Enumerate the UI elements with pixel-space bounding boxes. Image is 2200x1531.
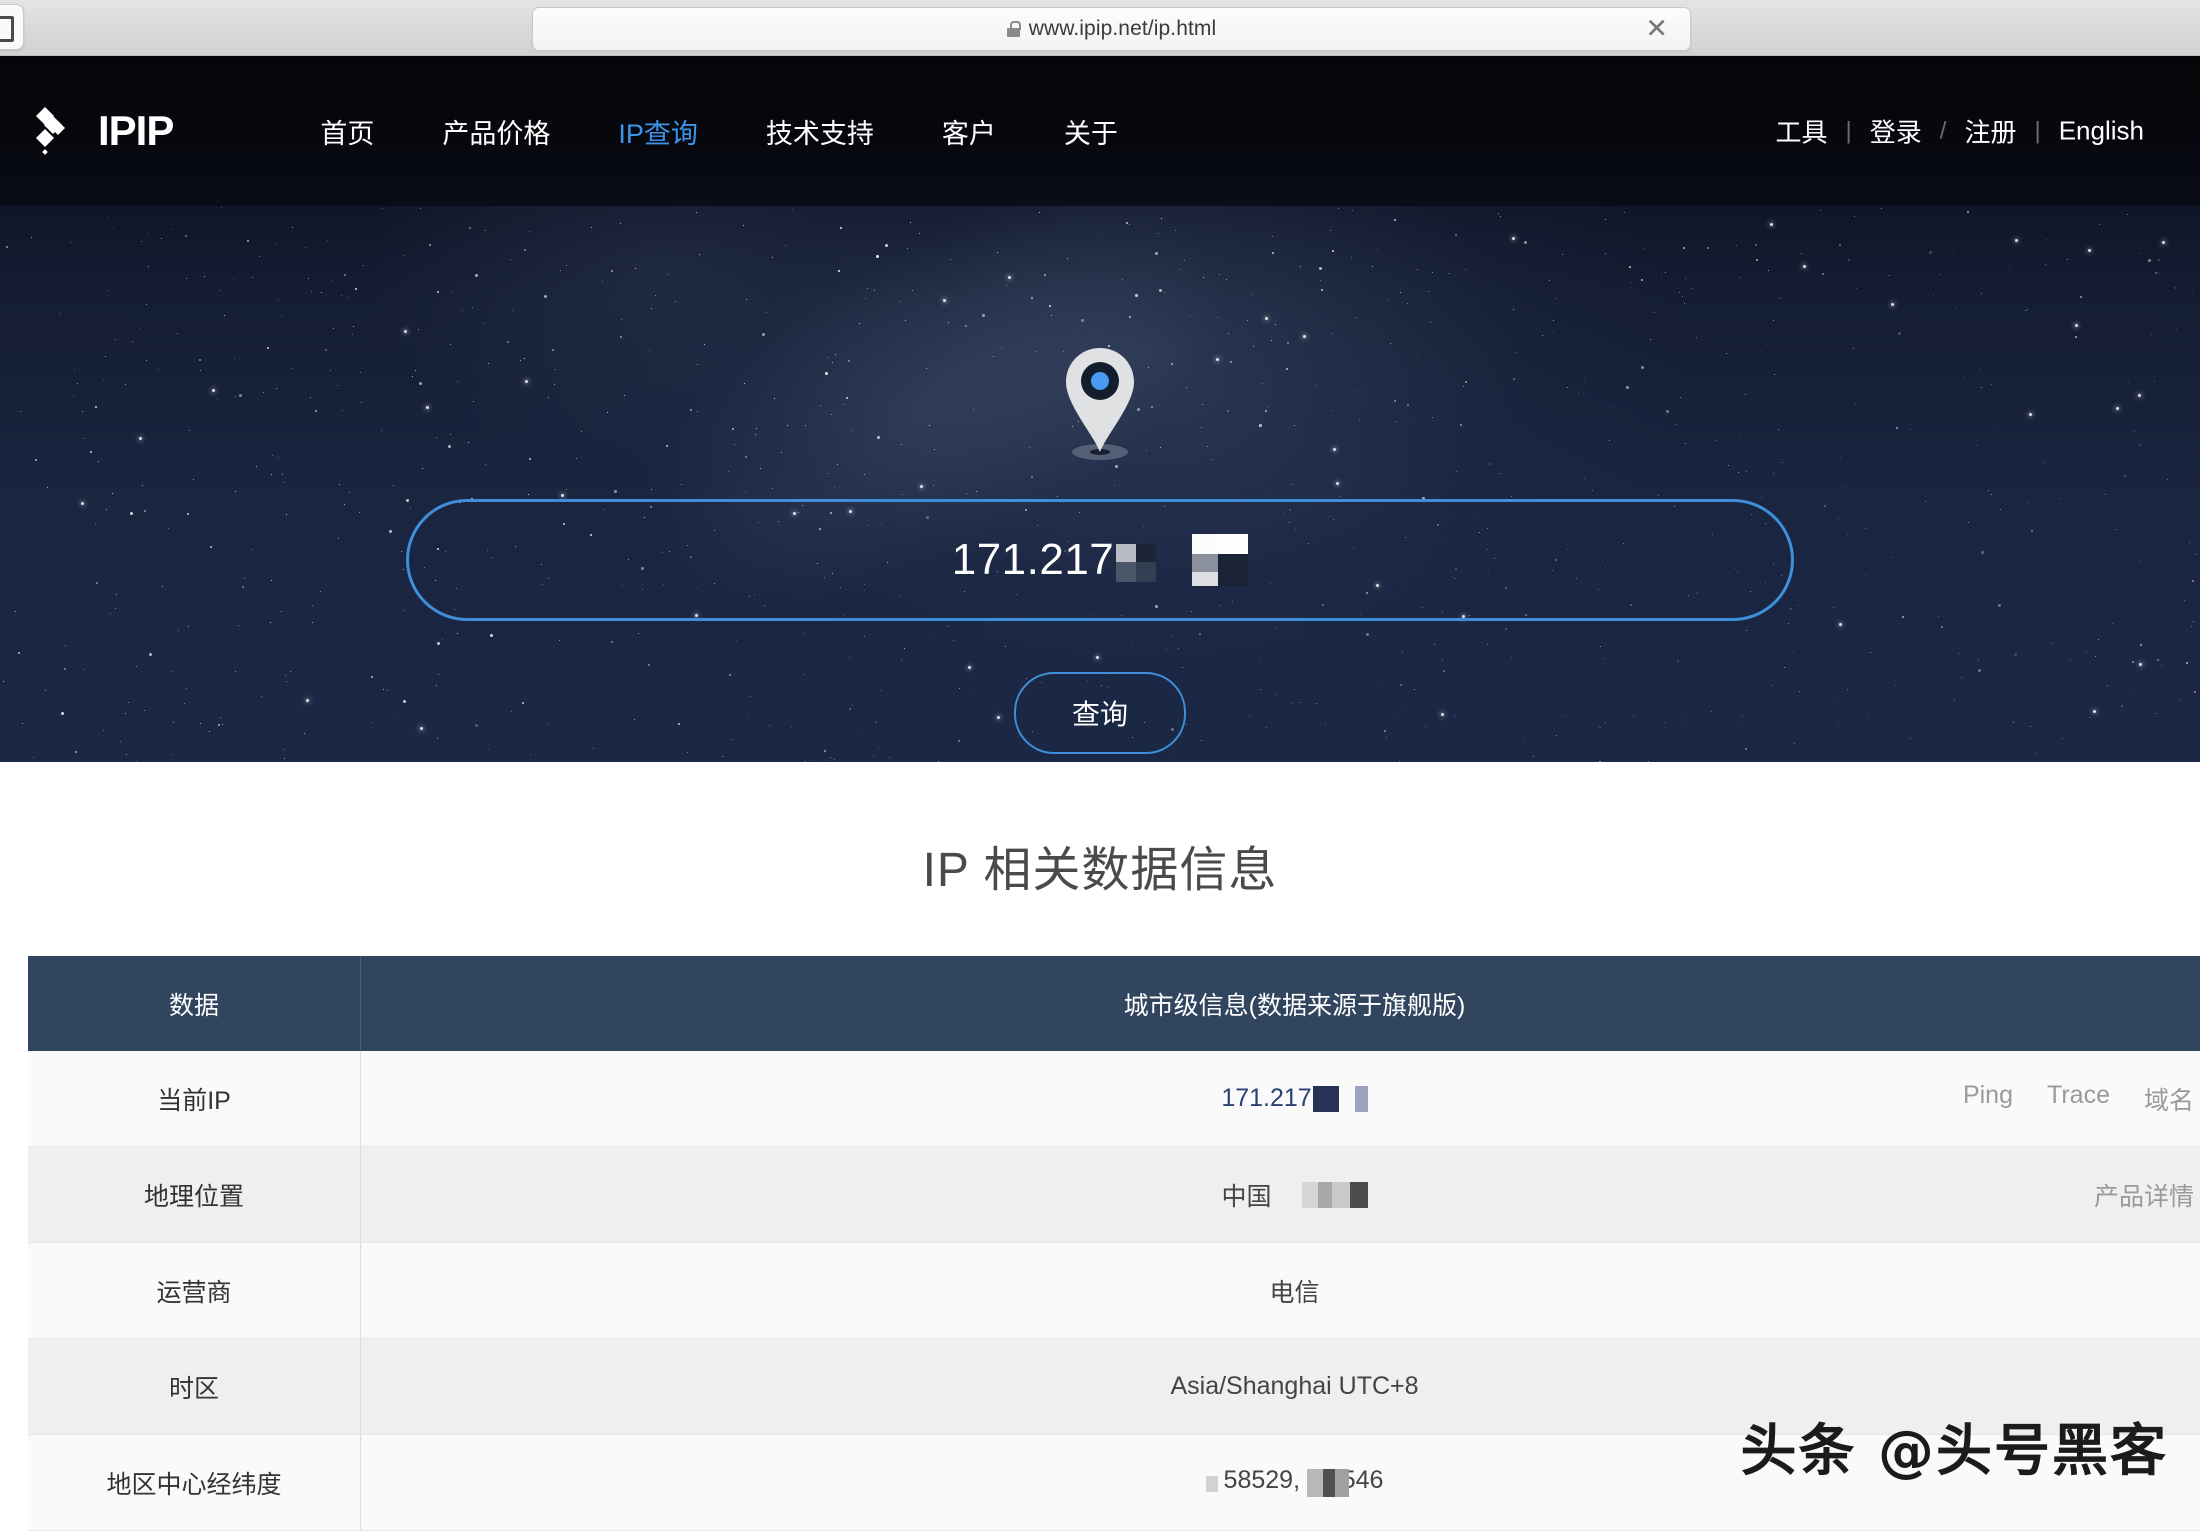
ip-mask-block-1 xyxy=(1116,538,1156,582)
query-button[interactable]: 查询 xyxy=(1014,672,1186,754)
trace-link[interactable]: Trace xyxy=(2047,1081,2110,1117)
latlng-visible-text: 58529, 75546 xyxy=(1224,1466,1384,1495)
map-pin-icon xyxy=(1055,344,1145,462)
logo-text: IPIP xyxy=(98,107,173,155)
table-header-row: 数据 城市级信息(数据来源于旗舰版) xyxy=(28,956,2200,1051)
address-bar-content: www.ipip.net/ip.html xyxy=(1007,17,1217,41)
latlng-mask-block-1 xyxy=(1206,1468,1218,1492)
main-content: IP 相关数据信息 数据 城市级信息(数据来源于旗舰版) 当前IP 171.21… xyxy=(0,762,2200,1505)
location-mask-block xyxy=(1302,1182,1368,1208)
browser-tab-stub[interactable] xyxy=(0,4,24,50)
ip-mask-block-2 xyxy=(1192,534,1248,586)
row-actions-current-ip: Ping Trace 域名 xyxy=(1963,1081,2194,1117)
row-actions-location: 产品详情 xyxy=(2094,1177,2194,1213)
current-ip-value-group: 171.217 xyxy=(1221,1084,1367,1113)
table-row: 运营商 电信 xyxy=(28,1243,2200,1339)
row-label-current-ip: 当前IP xyxy=(28,1051,361,1147)
nav-item-ip-query[interactable]: IP查询 xyxy=(584,112,732,151)
nav-item-home[interactable]: 首页 xyxy=(286,112,408,151)
table-header-data: 数据 xyxy=(28,956,361,1051)
lock-icon xyxy=(1007,21,1020,37)
product-details-link[interactable]: 产品详情 xyxy=(2094,1177,2194,1213)
table-head: 数据 城市级信息(数据来源于旗舰版) xyxy=(28,956,2200,1051)
ip-visible-part: 171.217 xyxy=(952,535,1115,585)
nav-register-link[interactable]: 注册 xyxy=(1946,113,2034,150)
site-navbar: IPIP 首页 产品价格 IP查询 技术支持 客户 关于 工具 | 登录 / 注… xyxy=(0,56,2200,206)
row-label-location: 地理位置 xyxy=(28,1147,361,1243)
table-row: 地理位置 中国 产品详情 xyxy=(28,1147,2200,1243)
browser-chrome: www.ipip.net/ip.html ✕ xyxy=(0,0,2200,56)
nav-separator: / xyxy=(1940,117,1947,145)
ping-link[interactable]: Ping xyxy=(1963,1081,2013,1117)
row-label-timezone: 时区 xyxy=(28,1339,361,1435)
address-bar-url: www.ipip.net/ip.html xyxy=(1029,17,1217,41)
tab-square-icon xyxy=(0,16,14,42)
location-value-group: 中国 xyxy=(1221,1177,1367,1213)
nav-login-link[interactable]: 登录 xyxy=(1852,113,1940,150)
timezone-value: Asia/Shanghai UTC+8 xyxy=(1170,1372,1418,1401)
close-icon[interactable]: ✕ xyxy=(1645,16,1668,43)
row-label-isp: 运营商 xyxy=(28,1243,361,1339)
nav-english-link[interactable]: English xyxy=(2041,116,2162,147)
current-ip-link[interactable]: 171.217 xyxy=(1221,1084,1311,1113)
latlng-value-group: 58529, 75546 xyxy=(1206,1466,1384,1495)
hero-section: IPIP 首页 产品价格 IP查询 技术支持 客户 关于 工具 | 登录 / 注… xyxy=(0,56,2200,762)
table-row: 当前IP 171.217 Ping Trace 域名 xyxy=(28,1051,2200,1147)
address-bar[interactable]: www.ipip.net/ip.html ✕ xyxy=(532,7,1691,51)
nav-item-about[interactable]: 关于 xyxy=(1030,112,1152,151)
nav-right-group: 工具 | 登录 / 注册 | English xyxy=(1758,113,2162,150)
location-country: 中国 xyxy=(1221,1177,1271,1213)
nav-links: 首页 产品价格 IP查询 技术支持 客户 关于 xyxy=(286,112,1152,151)
nav-item-customers[interactable]: 客户 xyxy=(908,112,1030,151)
row-value-current-ip: 171.217 Ping Trace 域名 xyxy=(361,1051,2200,1147)
row-value-isp: 电信 xyxy=(361,1243,2200,1339)
page-title: IP 相关数据信息 xyxy=(0,762,2200,900)
ip-search-input[interactable]: 171.217 xyxy=(406,499,1794,621)
watermark: 头条 @头号黑客 xyxy=(1741,1406,2169,1487)
table-header-city-info: 城市级信息(数据来源于旗舰版) xyxy=(361,956,2200,1051)
current-ip-mask-block-1 xyxy=(1313,1086,1339,1112)
current-ip-mask-block-2 xyxy=(1355,1086,1368,1112)
nav-item-support[interactable]: 技术支持 xyxy=(732,112,908,151)
site-logo[interactable]: IPIP xyxy=(32,105,173,157)
domain-link[interactable]: 域名 xyxy=(2144,1081,2194,1117)
row-label-latlng: 地区中心经纬度 xyxy=(28,1435,361,1531)
ipip-logo-icon xyxy=(32,105,84,157)
latlng-mask-block-2 xyxy=(1307,1469,1357,1497)
row-value-location: 中国 产品详情 xyxy=(361,1147,2200,1243)
ip-search-value: 171.217 xyxy=(952,534,1249,586)
nav-item-pricing[interactable]: 产品价格 xyxy=(408,112,584,151)
nav-tools-link[interactable]: 工具 xyxy=(1758,113,1846,150)
isp-value: 电信 xyxy=(1269,1273,1319,1309)
